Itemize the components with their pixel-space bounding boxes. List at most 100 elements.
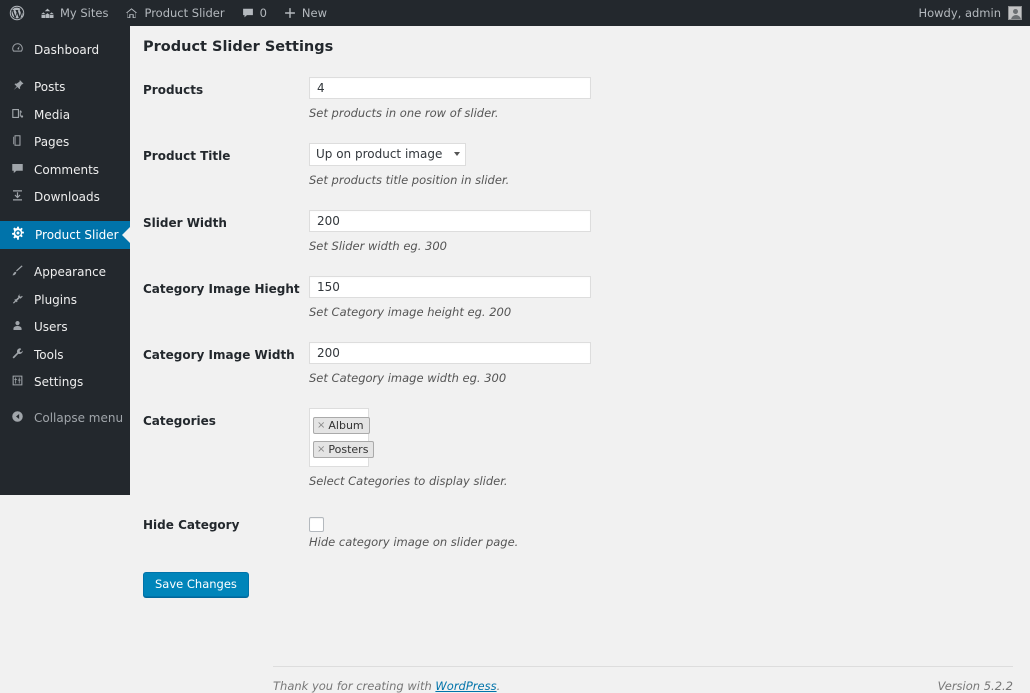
field-row-hide-category: Hide Category Hide category image on sli… [130, 512, 1030, 550]
sidebar-item-appearance[interactable]: Appearance [0, 259, 130, 287]
admin-bar-item-site-name[interactable]: Product Slider [116, 0, 232, 26]
sidebar-label-dashboard: Dashboard [34, 42, 100, 57]
sidebar-label-users: Users [34, 320, 68, 335]
field-row-products: Products Set products in one row of slid… [130, 77, 1030, 121]
field-row-product-title: Product Title Up on product image Set pr… [130, 142, 1030, 188]
download-icon [10, 188, 25, 206]
admin-bar-label-new: New [301, 6, 328, 20]
admin-bar-item-comments[interactable]: 0 [233, 0, 275, 26]
admin-bar-item-new[interactable]: New [275, 0, 335, 26]
sidebar-item-dashboard[interactable]: Dashboard [0, 36, 130, 64]
field-row-categories: Categories × Album × Posters Select Cate… [130, 407, 1030, 489]
category-chip-label: Album [328, 418, 364, 432]
sidebar-label-posts: Posts [34, 80, 66, 95]
sidebar-label-product-slider: Product Slider [35, 227, 119, 242]
field-row-slider-width: Slider Width Set Slider width eg. 300 [130, 209, 1030, 254]
comment-bubble-icon [241, 6, 255, 20]
field-row-category-image-width: Category Image Width Set Category image … [130, 341, 1030, 386]
sidebar-item-comments[interactable]: Comments [0, 156, 130, 184]
description-slider-width: Set Slider width eg. 300 [309, 238, 447, 253]
label-slider-width: Slider Width [143, 215, 227, 230]
sidebar-label-tools: Tools [34, 347, 64, 362]
sidebar-label-settings: Settings [34, 375, 84, 390]
sliders-icon [10, 373, 25, 391]
wrench-icon [10, 346, 25, 364]
sidebar-label-pages: Pages [34, 135, 70, 150]
wordpress-icon [9, 5, 25, 21]
label-product-title: Product Title [143, 148, 231, 163]
description-product-title: Set products title position in slider. [309, 172, 510, 187]
sidebar-label-collapse-menu: Collapse menu [34, 410, 124, 425]
category-chip-album[interactable]: × Album [313, 416, 370, 434]
user-avatar-icon [1008, 6, 1022, 20]
label-hide-category: Hide Category [143, 517, 240, 532]
gear-icon [10, 225, 26, 244]
admin-footer: Thank you for creating with WordPress. V… [273, 666, 1013, 693]
pages-icon [10, 133, 25, 151]
sidebar-label-media: Media [34, 107, 71, 122]
media-icon [10, 106, 25, 124]
comment-count: 0 [259, 6, 267, 20]
sidebar-item-pages[interactable]: Pages [0, 129, 130, 157]
sidebar-item-posts[interactable]: Posts [0, 74, 130, 102]
category-image-height-input[interactable] [309, 275, 591, 298]
category-chip-posters[interactable]: × Posters [313, 440, 375, 458]
sidebar-spacer-top [0, 26, 130, 36]
description-products: Set products in one row of slider. [309, 106, 499, 120]
sidebar-item-media[interactable]: Media [0, 101, 130, 129]
label-category-image-width: Category Image Width [143, 347, 295, 362]
sidebar-label-comments: Comments [34, 162, 100, 177]
slider-width-input[interactable] [309, 209, 591, 232]
home-icon [124, 6, 139, 21]
save-changes-button[interactable]: Save Changes [143, 571, 249, 597]
category-image-width-input[interactable] [309, 341, 591, 364]
sidebar-item-settings[interactable]: Settings [0, 369, 130, 397]
admin-bar-label-site-name: Product Slider [144, 6, 225, 20]
sites-icon [40, 6, 55, 21]
user-icon [10, 318, 25, 336]
plug-icon [10, 291, 25, 309]
sidebar-item-product-slider[interactable]: Product Slider [0, 221, 130, 249]
categories-multiselect[interactable]: × Album × Posters [309, 407, 375, 467]
field-row-category-image-height: Category Image Hieght Set Category image… [130, 275, 1030, 320]
sidebar-item-downloads[interactable]: Downloads [0, 184, 130, 212]
admin-bar-item-my-sites[interactable]: My Sites [32, 0, 116, 26]
label-category-image-height: Category Image Hieght [143, 281, 300, 296]
remove-icon[interactable]: × [317, 420, 325, 431]
products-input[interactable] [309, 77, 591, 99]
description-category-image-height: Set Category image height eg. 200 [309, 304, 512, 319]
sidebar-label-plugins: Plugins [34, 292, 77, 307]
sidebar-item-collapse-menu[interactable]: Collapse menu [0, 404, 130, 432]
main-content: Product Slider Settings Products Set pro… [130, 26, 1030, 693]
admin-bar-label-my-sites: My Sites [60, 6, 109, 20]
wordpress-logo-button[interactable] [0, 0, 32, 26]
sidebar-item-plugins[interactable]: Plugins [0, 286, 130, 314]
admin-bar: My Sites Product Slider 0 New Howdy, adm… [0, 0, 1030, 26]
sidebar-label-downloads: Downloads [34, 190, 100, 205]
description-category-image-width: Set Category image width eg. 300 [309, 370, 507, 385]
sidebar-item-tools[interactable]: Tools [0, 341, 130, 369]
plus-icon [283, 6, 297, 20]
hide-category-checkbox[interactable] [309, 516, 324, 532]
remove-icon[interactable]: × [317, 444, 325, 455]
admin-bar-account[interactable]: Howdy, admin [918, 6, 1030, 20]
page-title: Product Slider Settings [143, 39, 334, 55]
label-categories: Categories [143, 413, 216, 428]
pin-icon [10, 78, 25, 96]
product-title-selected-value: Up on product image [316, 147, 443, 162]
sidebar-label-appearance: Appearance [34, 265, 107, 280]
product-title-select[interactable]: Up on product image [309, 142, 467, 166]
label-products: Products [143, 83, 204, 97]
comment-icon [10, 161, 25, 179]
sidebar-item-users[interactable]: Users [0, 314, 130, 342]
admin-sidebar: Dashboard Posts Media Pages Comments Dow… [0, 26, 130, 495]
dashboard-icon [10, 41, 25, 59]
paintbrush-icon [10, 263, 25, 281]
description-categories: Select Categories to display slider. [309, 473, 508, 488]
collapse-arrow-icon [10, 409, 25, 427]
settings-form: Products Set products in one row of slid… [130, 77, 1030, 597]
chevron-down-icon [454, 152, 461, 157]
